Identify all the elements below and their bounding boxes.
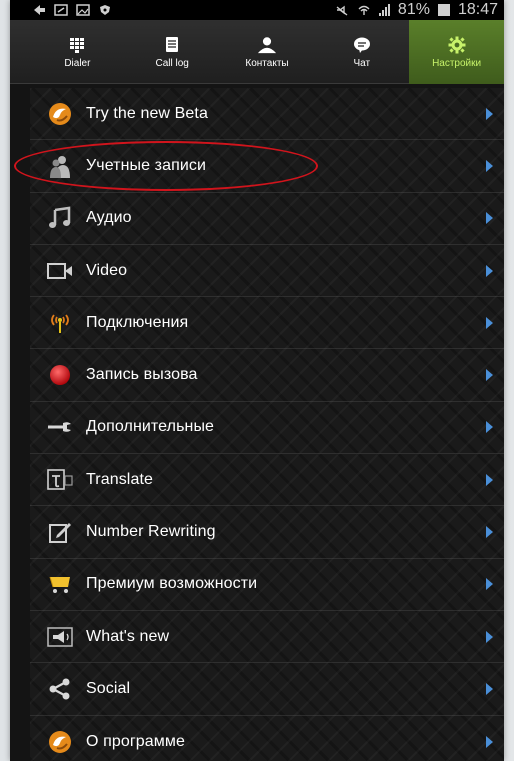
menu-item-label: Try the new Beta <box>86 104 208 122</box>
menu-item-label: Translate <box>86 470 154 488</box>
back-arrow-icon <box>34 5 45 15</box>
status-bar: 81% 18:47 <box>10 0 504 20</box>
settings-menu: Try the new Beta Учетные записи Аудио Vi… <box>30 88 504 761</box>
menu-item-advanced[interactable]: Дополнительные <box>30 402 504 455</box>
menu-item-premium[interactable]: Премиум возможности <box>30 559 504 611</box>
tab-label: Чат <box>353 57 371 69</box>
share-icon <box>46 675 74 703</box>
app-logo-icon <box>46 100 74 128</box>
tab-label: Call log <box>155 57 189 69</box>
record-icon <box>46 361 74 389</box>
accounts-icon <box>46 152 74 180</box>
menu-item-label: Запись вызова <box>86 366 198 384</box>
contacts-icon <box>257 36 277 54</box>
menu-item-label: Аудио <box>86 209 132 227</box>
chevron-right-icon <box>486 682 493 695</box>
music-note-icon <box>46 204 74 232</box>
mute-icon <box>336 5 348 16</box>
app-logo-icon <box>46 728 74 756</box>
menu-item-translate[interactable]: Translate <box>30 454 504 507</box>
tab-chat[interactable]: Чат <box>314 20 409 84</box>
menu-item-label: Подключения <box>86 313 189 331</box>
chevron-right-icon <box>486 473 493 486</box>
menu-item-number-rewriting[interactable]: Number Rewriting <box>30 506 504 559</box>
tab-label: Контакты <box>245 57 289 69</box>
video-camera-icon <box>46 257 74 285</box>
menu-item-whats-new[interactable]: What's new <box>30 611 504 664</box>
menu-item-label: Number Rewriting <box>86 523 216 541</box>
phone-screen: 81% 18:47 Dialer Call log Контакты Чат Н… <box>10 0 504 761</box>
menu-item-connections[interactable]: Подключения <box>30 297 504 350</box>
chevron-right-icon <box>486 316 493 329</box>
menu-item-label: Video <box>86 261 128 279</box>
chevron-right-icon <box>486 159 493 172</box>
call-log-icon <box>162 36 182 54</box>
clock: 18:47 <box>457 1 498 18</box>
megaphone-icon <box>46 623 74 651</box>
menu-item-try-beta[interactable]: Try the new Beta <box>30 88 504 141</box>
menu-item-call-recording[interactable]: Запись вызова <box>30 349 504 402</box>
signal-icon <box>378 4 390 16</box>
chevron-right-icon <box>486 369 493 382</box>
battery-icon <box>437 4 450 16</box>
menu-item-label: What's new <box>86 627 170 645</box>
shield-icon <box>100 5 110 15</box>
dialpad-icon <box>67 36 87 54</box>
chevron-right-icon <box>486 578 493 591</box>
tab-dialer[interactable]: Dialer <box>30 20 125 84</box>
page: 81% 18:47 Dialer Call log Контакты Чат Н… <box>0 0 514 761</box>
chat-icon <box>352 36 372 54</box>
chevron-right-icon <box>486 526 493 539</box>
tab-label: Настройки <box>432 57 482 69</box>
menu-item-audio[interactable]: Аудио <box>30 193 504 245</box>
wrench-icon <box>46 413 74 441</box>
menu-item-label: Social <box>86 679 131 697</box>
chevron-right-icon <box>486 264 493 277</box>
image-icon <box>76 4 90 16</box>
wifi-icon <box>358 5 370 15</box>
tab-bar: Dialer Call log Контакты Чат Настройки <box>10 20 504 84</box>
chevron-right-icon <box>486 421 493 434</box>
menu-item-label: Дополнительные <box>86 418 215 436</box>
menu-item-video[interactable]: Video <box>30 245 504 298</box>
tab-label: Dialer <box>64 57 91 69</box>
screenshot-icon <box>54 4 68 16</box>
status-bar-right: 81% 18:47 <box>335 0 498 20</box>
edit-icon <box>46 518 74 546</box>
battery-percent: 81% <box>397 1 430 18</box>
menu-item-about[interactable]: О программе <box>30 716 504 761</box>
status-bar-left <box>32 0 112 20</box>
chevron-right-icon <box>486 735 493 748</box>
chevron-right-icon <box>486 630 493 643</box>
tab-settings[interactable]: Настройки <box>409 20 504 84</box>
cart-icon <box>46 570 74 598</box>
translate-icon <box>46 466 74 494</box>
menu-item-label: Учетные записи <box>86 156 207 174</box>
tab-call-log[interactable]: Call log <box>125 20 220 84</box>
gear-icon <box>447 36 467 54</box>
antenna-icon <box>46 309 74 337</box>
menu-item-label: О программе <box>86 732 185 750</box>
tab-contacts[interactable]: Контакты <box>220 20 315 84</box>
menu-item-label: Премиум возможности <box>86 575 258 593</box>
menu-item-social[interactable]: Social <box>30 663 504 716</box>
chevron-right-icon <box>486 107 493 120</box>
chevron-right-icon <box>486 212 493 225</box>
menu-item-accounts[interactable]: Учетные записи <box>30 140 504 193</box>
